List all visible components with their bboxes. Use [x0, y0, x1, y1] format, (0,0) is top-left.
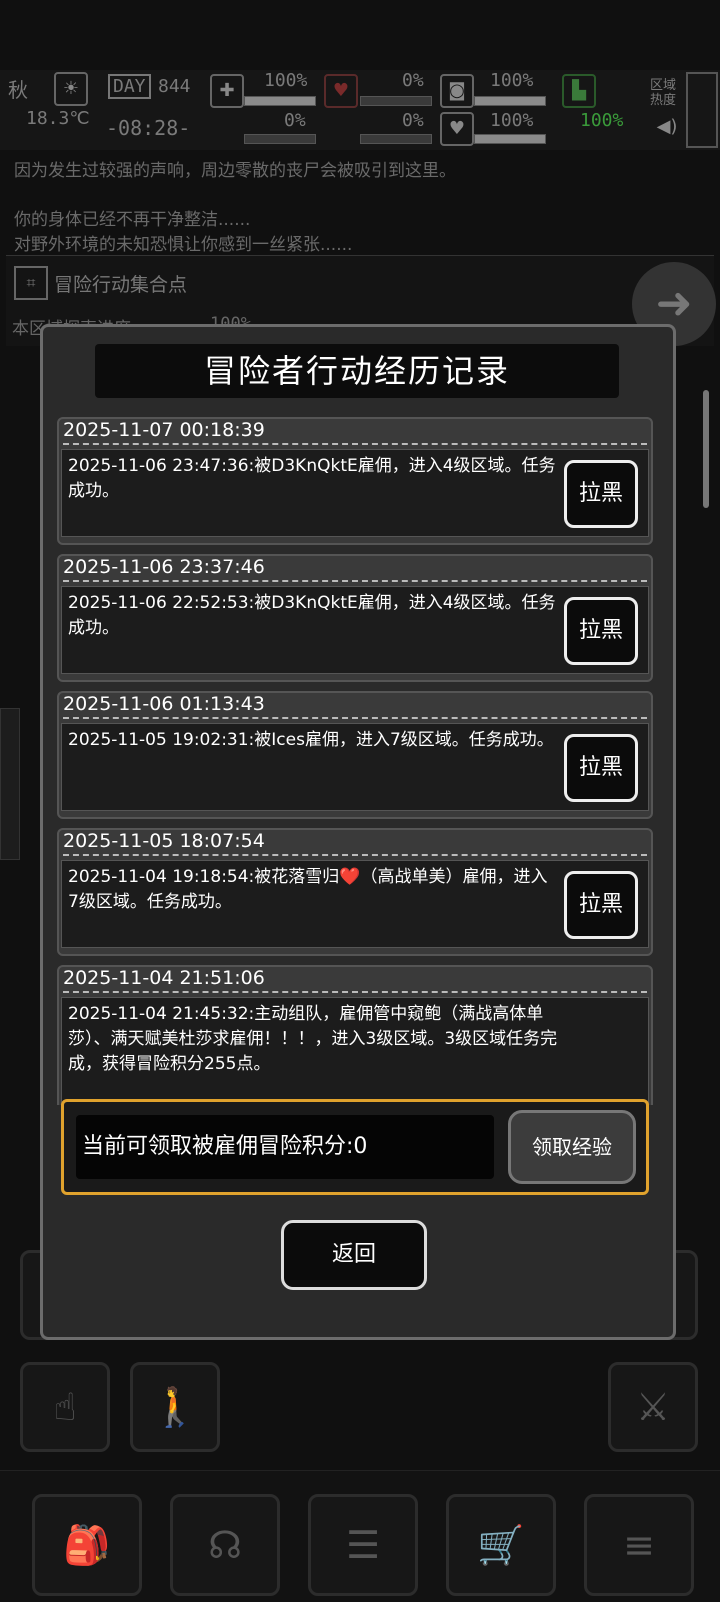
status-hud: 秋 ☀ 18.3℃ DAY 844 -08:28- ✚ 100% 0% ♥ 0%…: [0, 70, 720, 150]
heart-icon: ♥: [440, 112, 474, 146]
record-card: 2025-11-06 01:13:43 2025-11-05 19:02:31:…: [57, 691, 653, 819]
attack-icon[interactable]: ⚔: [608, 1362, 698, 1452]
notes-nav-icon[interactable]: ☰: [308, 1494, 418, 1596]
scrollbar-thumb[interactable]: [703, 390, 709, 508]
dashed-divider: [63, 717, 647, 719]
record-card: 2025-11-05 18:07:54 2025-11-04 19:18:54:…: [57, 828, 653, 956]
speaker-icon[interactable]: ◀): [652, 112, 682, 142]
stat-weight-bar: [474, 96, 546, 106]
stat-hunger-value: 0%: [402, 70, 424, 91]
record-card: 2025-11-04 21:51:06 2025-11-04 21:45:32:…: [57, 965, 653, 1105]
dashed-divider: [63, 991, 647, 993]
record-time: 2025-11-04 21:51:06: [63, 967, 265, 989]
dashed-divider: [63, 443, 647, 445]
record-body: 2025-11-05 19:02:31:被Ices雇佣，进入7级区域。任务成功。…: [61, 723, 649, 811]
record-time: 2025-11-07 00:18:39: [63, 419, 265, 441]
menu-nav-icon[interactable]: ≡: [584, 1494, 694, 1596]
adventure-history-dialog: 冒险者行动经历记录 2025-11-07 00:18:39 2025-11-06…: [40, 324, 676, 1340]
log-line-2: 你的身体已经不再干净整洁......: [14, 210, 251, 230]
stat-mood-bar: [474, 134, 546, 144]
cart-nav-icon[interactable]: 🛒: [446, 1494, 556, 1596]
area-heat-label: 区域热度: [650, 78, 677, 108]
sun-icon: ☀: [54, 72, 88, 106]
record-time: 2025-11-05 18:07:54: [63, 830, 265, 852]
record-text: 2025-11-04 21:45:32:主动组队，雇佣管中窥鲍（满战高体单莎）、…: [68, 1004, 558, 1074]
record-list[interactable]: 2025-11-07 00:18:39 2025-11-06 23:47:36:…: [57, 417, 653, 1105]
backpack-icon: ◙: [440, 74, 474, 108]
record-text: 2025-11-04 19:18:54:被花落雪归❤️（高战单美）雇佣，进入7级…: [68, 867, 548, 912]
day-number: 844: [158, 76, 191, 97]
back-button[interactable]: 返回: [281, 1220, 427, 1290]
log-line-3: 对野外环境的未知恐惧让你感到一丝紧张......: [14, 235, 353, 255]
boot-icon: ▙: [562, 74, 596, 108]
stat-stamina-value: 100%: [580, 110, 624, 131]
claim-exp-button[interactable]: 领取经验: [508, 1110, 636, 1184]
dialog-title: 冒险者行动经历记录: [95, 344, 619, 398]
record-text: 2025-11-05 19:02:31:被Ices雇佣，进入7级区域。任务成功。: [68, 730, 554, 750]
heat-gauge: [686, 72, 718, 148]
record-card: 2025-11-06 23:37:46 2025-11-06 22:52:53:…: [57, 554, 653, 682]
record-text: 2025-11-06 23:47:36:被D3KnQktE雇佣，进入4级区域。任…: [68, 456, 556, 501]
stat-thirst-bar: [360, 134, 432, 144]
brain-nav-icon[interactable]: ☊: [170, 1494, 280, 1596]
medkit-icon: ✚: [210, 74, 244, 108]
record-text: 2025-11-06 22:52:53:被D3KnQktE雇佣，进入4级区域。任…: [68, 593, 556, 638]
stat-weight-value: 100%: [490, 70, 534, 91]
block-button[interactable]: 拉黑: [564, 460, 638, 528]
record-body: 2025-11-04 19:18:54:被花落雪归❤️（高战单美）雇佣，进入7级…: [61, 860, 649, 948]
clock-value: -08:28-: [106, 116, 191, 140]
record-time: 2025-11-06 23:37:46: [63, 556, 265, 578]
tap-action-icon[interactable]: ☝: [20, 1362, 110, 1452]
log-line-1: 因为发生过较强的声响，周边零散的丧尸会被吸引到这里。: [14, 161, 456, 181]
backpack-nav-icon[interactable]: 🎒: [32, 1494, 142, 1596]
stomach-icon: ♥: [324, 74, 358, 108]
claim-panel: 当前可领取被雇佣冒险积分:0 领取经验: [61, 1099, 649, 1195]
block-button[interactable]: 拉黑: [564, 871, 638, 939]
record-card: 2025-11-07 00:18:39 2025-11-06 23:47:36:…: [57, 417, 653, 545]
temperature-value: 18.3℃: [26, 108, 90, 129]
stat-2-value: 0%: [284, 110, 306, 131]
stat-health-value: 100%: [264, 70, 308, 91]
stat-thirst-value: 0%: [402, 110, 424, 131]
record-body: 2025-11-06 23:47:36:被D3KnQktE雇佣，进入4级区域。任…: [61, 449, 649, 537]
season-label: 秋: [8, 78, 28, 102]
claim-points-label: 当前可领取被雇佣冒险积分:0: [76, 1115, 494, 1179]
dashed-divider: [63, 580, 647, 582]
stat-2-bar: [244, 134, 316, 144]
record-body: 2025-11-06 22:52:53:被D3KnQktE雇佣，进入4级区域。任…: [61, 586, 649, 674]
block-button[interactable]: 拉黑: [564, 597, 638, 665]
stat-hunger-bar: [360, 96, 432, 106]
stat-health-bar: [244, 96, 316, 106]
dashed-divider: [63, 854, 647, 856]
stat-mood-value: 100%: [490, 110, 534, 131]
location-title: 冒险行动集合点: [54, 274, 188, 296]
side-strip: [0, 708, 20, 860]
map-icon: ⌗: [14, 266, 48, 300]
block-button[interactable]: 拉黑: [564, 734, 638, 802]
record-time: 2025-11-06 01:13:43: [63, 693, 265, 715]
walk-icon[interactable]: 🚶: [130, 1362, 220, 1452]
day-label: DAY: [108, 74, 151, 99]
record-body: 2025-11-04 21:45:32:主动组队，雇佣管中窥鲍（满战高体单莎）、…: [61, 997, 649, 1105]
